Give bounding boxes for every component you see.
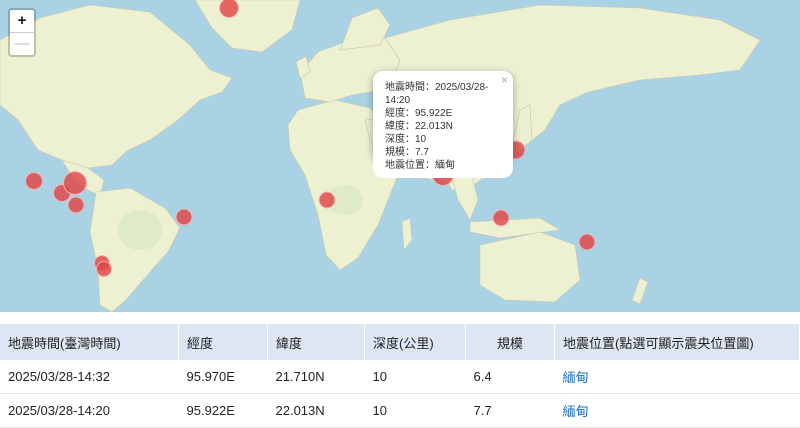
- cell-depth: 10: [364, 393, 466, 428]
- quake-marker[interactable]: [63, 171, 87, 195]
- table-header-row: 地震時間(臺灣時間) 經度 緯度 深度(公里) 規模 地震位置(點選可顯示震央位…: [0, 324, 800, 360]
- popup-body: 地震時間：2025/03/28-14:20 經度：95.922E 緯度：22.0…: [373, 71, 513, 178]
- zoom-out-button[interactable]: —: [10, 32, 34, 55]
- cell-magnitude: 6.4: [465, 360, 555, 394]
- quake-marker[interactable]: [578, 233, 596, 251]
- column-header-latitude: 緯度: [267, 324, 365, 360]
- cell-latitude: 21.710N: [267, 360, 365, 394]
- popup-time: 地震時間：2025/03/28-14:20: [385, 82, 489, 106]
- column-header-longitude: 經度: [178, 324, 268, 360]
- location-link[interactable]: 緬甸: [563, 404, 589, 419]
- quake-marker[interactable]: [318, 191, 336, 209]
- quake-marker[interactable]: [492, 209, 510, 227]
- zoom-in-button[interactable]: +: [10, 10, 34, 32]
- cell-longitude: 95.922E: [178, 393, 268, 428]
- quake-marker[interactable]: [25, 172, 43, 190]
- earthquake-table: 地震時間(臺灣時間) 經度 緯度 深度(公里) 規模 地震位置(點選可顯示震央位…: [0, 324, 800, 428]
- popup-depth: 深度：10: [385, 134, 427, 145]
- popup-location: 地震位置：緬甸: [385, 160, 455, 171]
- close-icon[interactable]: ×: [501, 73, 508, 87]
- cell-time: 2025/03/28-14:20: [0, 393, 179, 428]
- quake-marker[interactable]: [175, 208, 193, 226]
- popup-latitude: 緯度：22.013N: [385, 121, 453, 132]
- location-link[interactable]: 緬甸: [563, 370, 589, 385]
- popup-longitude: 經度：95.922E: [385, 108, 453, 119]
- cell-longitude: 95.970E: [178, 360, 268, 394]
- quake-marker[interactable]: [67, 196, 85, 214]
- table-row: 2025/03/28-14:32 95.970E 21.710N 10 6.4 …: [0, 360, 800, 394]
- earthquake-map[interactable]: + — 地震時間：2025/03/28-14:20 經度：95.922E 緯度：…: [0, 0, 800, 312]
- column-header-depth: 深度(公里): [364, 324, 466, 360]
- cell-location: 緬甸: [554, 360, 800, 394]
- cell-magnitude: 7.7: [465, 393, 555, 428]
- quake-marker[interactable]: [96, 261, 112, 277]
- popup-magnitude: 規模：7.7: [385, 147, 429, 158]
- cell-location: 緬甸: [554, 393, 800, 428]
- column-header-time: 地震時間(臺灣時間): [0, 324, 179, 360]
- column-header-magnitude: 規模: [465, 324, 555, 360]
- table-row: 2025/03/28-14:20 95.922E 22.013N 10 7.7 …: [0, 393, 800, 428]
- cell-time: 2025/03/28-14:32: [0, 360, 179, 394]
- zoom-control: + —: [8, 8, 36, 57]
- cell-latitude: 22.013N: [267, 393, 365, 428]
- column-header-location: 地震位置(點選可顯示震央位置圖): [554, 324, 800, 360]
- quake-info-popup: 地震時間：2025/03/28-14:20 經度：95.922E 緯度：22.0…: [373, 71, 513, 178]
- cell-depth: 10: [364, 360, 466, 394]
